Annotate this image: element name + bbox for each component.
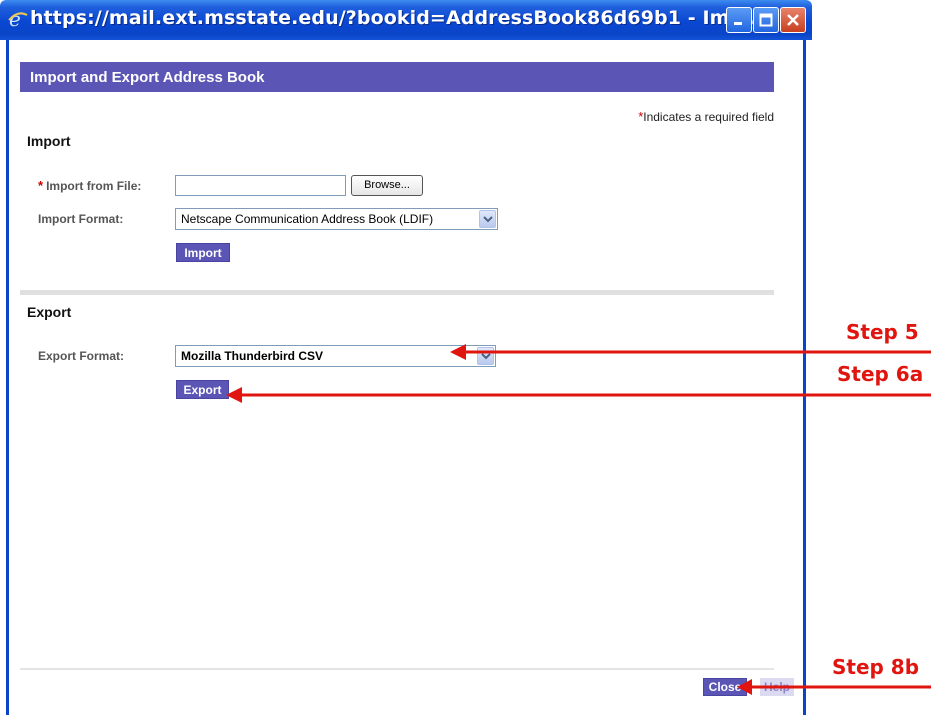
- import-file-label-text: Import from File:: [46, 179, 142, 193]
- import-section-title: Import: [27, 133, 71, 149]
- dialog-header: Import and Export Address Book: [20, 62, 774, 92]
- import-format-select[interactable]: Netscape Communication Address Book (LDI…: [175, 208, 498, 230]
- required-field-note: *Indicates a required field: [580, 109, 774, 124]
- window-titlebar[interactable]: e https://mail.ext.msstate.edu/?bookid=A…: [0, 0, 812, 40]
- window-client-area: [6, 40, 806, 715]
- chevron-down-icon[interactable]: [477, 347, 494, 365]
- required-star: *: [38, 178, 44, 193]
- help-button[interactable]: Help: [760, 678, 794, 696]
- footer-divider: [20, 668, 774, 670]
- export-format-value: Mozilla Thunderbird CSV: [181, 349, 324, 363]
- close-icon: [787, 14, 799, 26]
- export-section-title: Export: [27, 304, 72, 320]
- browser-popup-window: e https://mail.ext.msstate.edu/?bookid=A…: [0, 0, 812, 715]
- import-file-input[interactable]: [175, 175, 346, 196]
- browse-button[interactable]: Browse...: [351, 175, 423, 196]
- import-format-value: Netscape Communication Address Book (LDI…: [181, 212, 434, 226]
- export-button[interactable]: Export: [176, 380, 229, 399]
- chevron-down-icon[interactable]: [479, 210, 496, 228]
- minimize-button[interactable]: [726, 7, 752, 33]
- step6a-label: Step 6a: [837, 362, 924, 386]
- export-format-select[interactable]: Mozilla Thunderbird CSV: [175, 345, 496, 367]
- export-format-label: Export Format:: [38, 349, 125, 363]
- window-title: https://mail.ext.msstate.edu/?bookid=Add…: [30, 7, 766, 29]
- close-button[interactable]: Close: [703, 678, 747, 696]
- step5-label: Step 5: [846, 320, 919, 344]
- section-divider: [20, 290, 774, 295]
- import-button[interactable]: Import: [176, 243, 230, 262]
- maximize-button[interactable]: [753, 7, 779, 33]
- required-note-text: Indicates a required field: [643, 110, 774, 124]
- minimize-icon: [734, 22, 742, 25]
- ie-icon: e: [8, 8, 28, 30]
- maximize-icon: [759, 13, 773, 27]
- close-window-button[interactable]: [780, 7, 806, 33]
- import-file-label: * Import from File:: [38, 178, 141, 193]
- step8b-label: Step 8b: [832, 655, 920, 679]
- import-format-label: Import Format:: [38, 212, 124, 226]
